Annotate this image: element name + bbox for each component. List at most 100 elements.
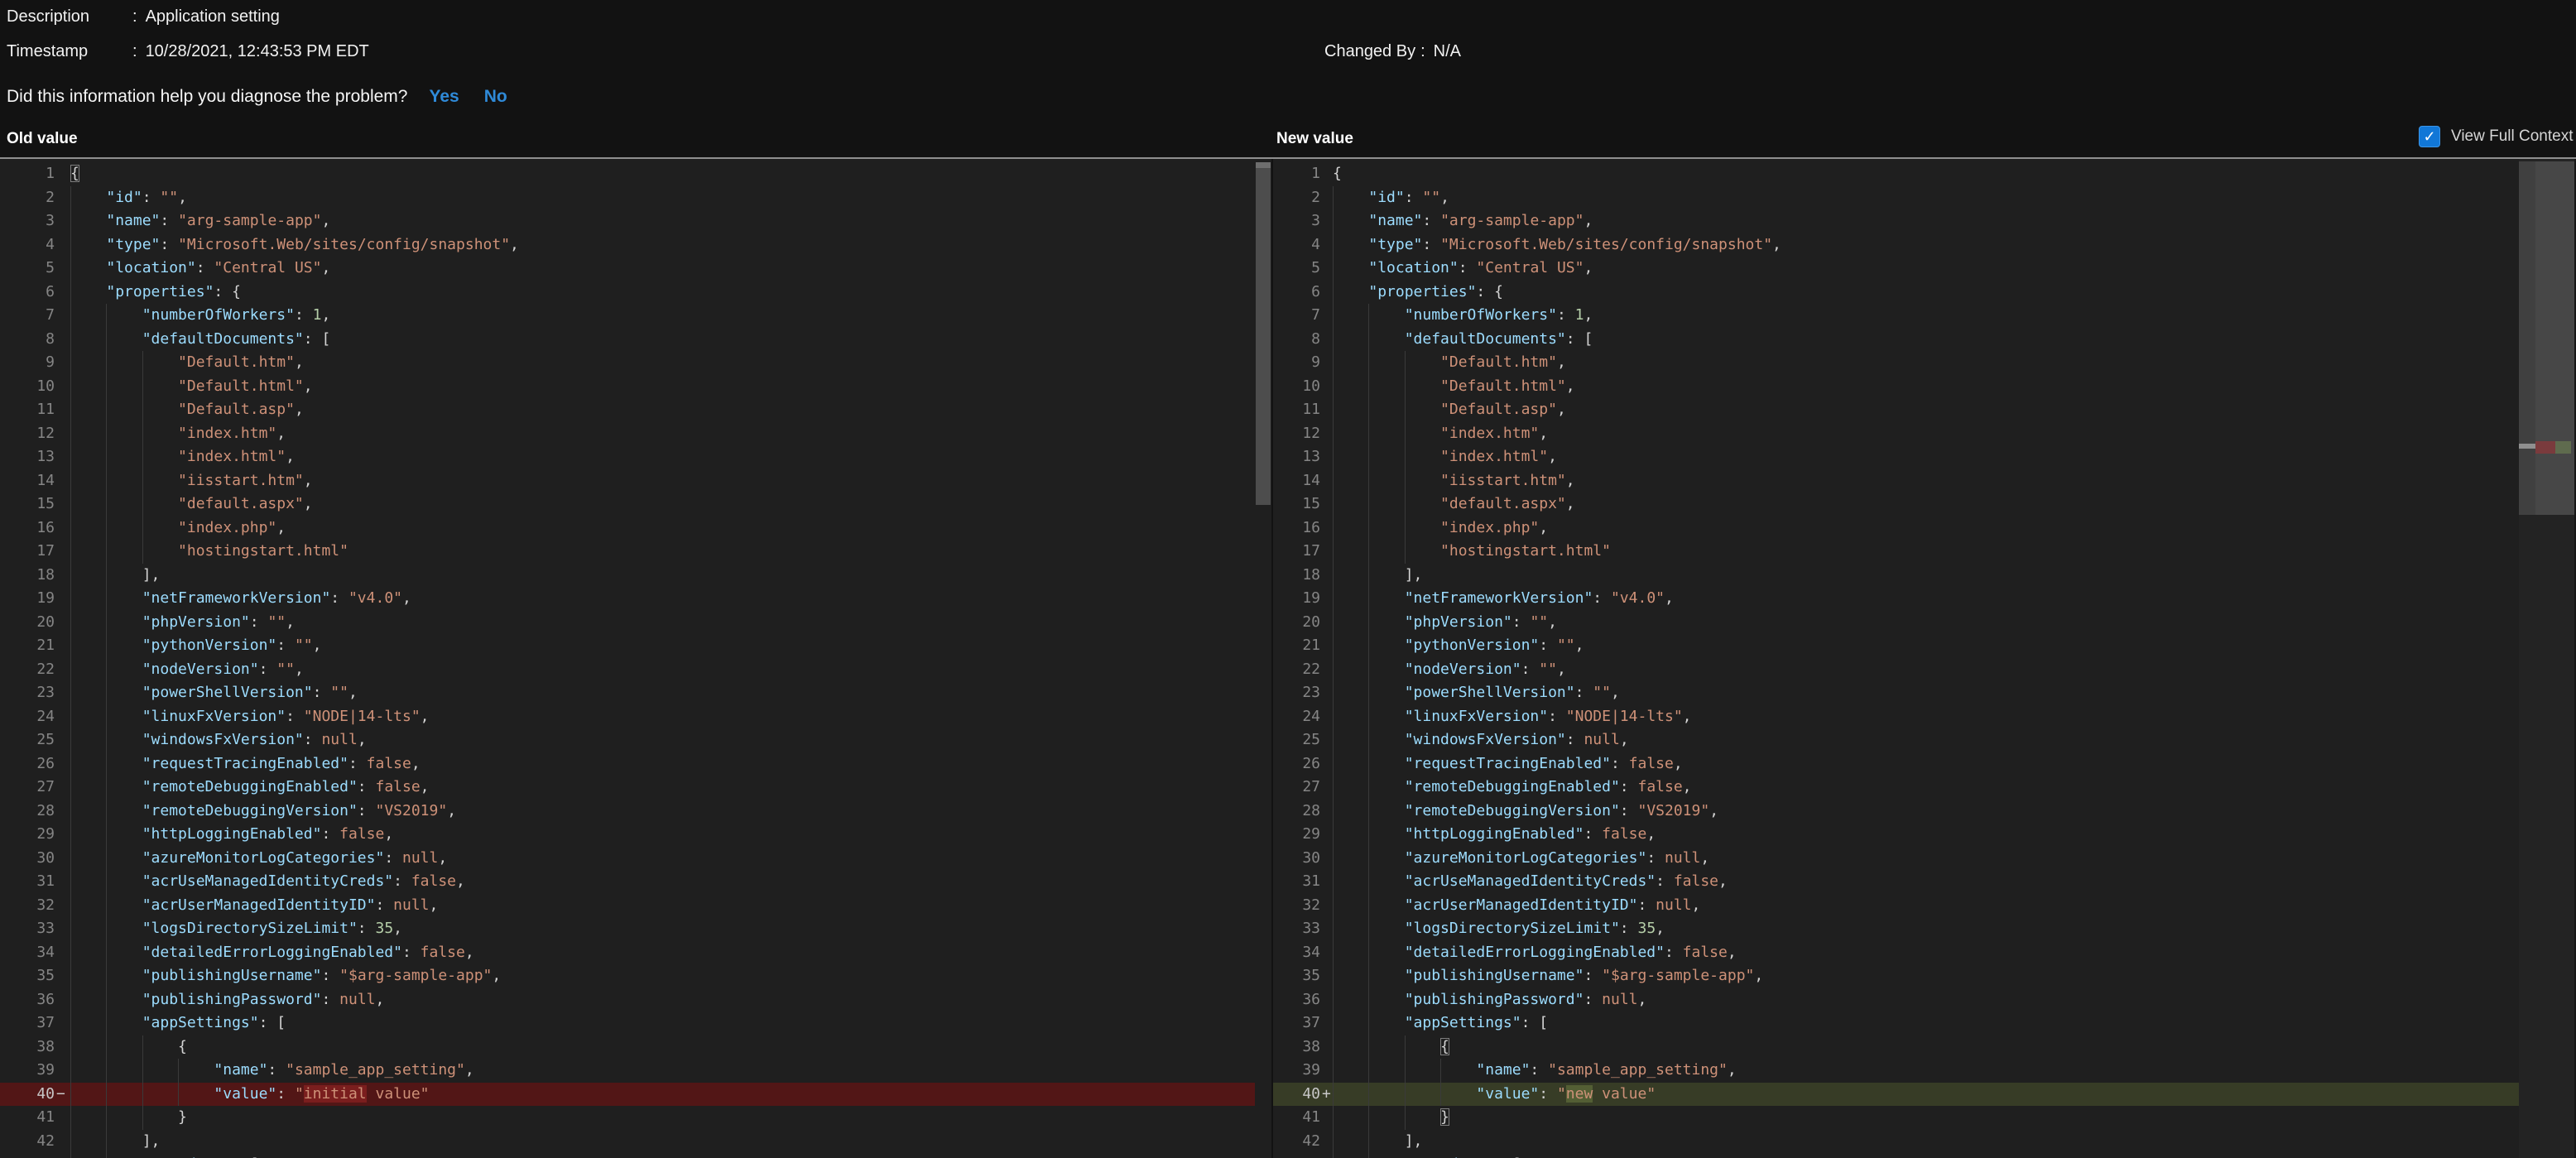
line-number: 1 [0, 162, 55, 186]
code-line: 19 "netFrameworkVersion": "v4.0", [1273, 587, 2519, 611]
code-text: "acrUserManagedIdentityID": null, [1333, 896, 1700, 914]
code-text: "index.htm", [1333, 425, 1548, 442]
code-line: 15 "default.aspx", [1273, 493, 2519, 517]
line-number: 32 [0, 894, 55, 918]
line-number: 18 [1273, 564, 1320, 588]
code-text: "name": "arg-sample-app", [1333, 212, 1593, 229]
code-text: "powerShellVersion": "", [1333, 684, 1620, 701]
code-line: 10 "Default.html", [0, 375, 1255, 399]
code-line: 29 "httpLoggingEnabled": false, [1273, 823, 2519, 847]
new-scrollbar-slider[interactable] [2519, 161, 2535, 515]
code-text: "location": "Central US", [70, 259, 330, 276]
line-number: 25 [1273, 728, 1320, 752]
line-number: 35 [1273, 964, 1320, 988]
code-line: 41 } [1273, 1106, 2519, 1130]
code-line: 38 { [0, 1035, 1255, 1059]
code-text: } [70, 1108, 187, 1126]
code-line: 35 "publishingUsername": "$arg-sample-ap… [0, 964, 1255, 988]
code-line: 23 "powerShellVersion": "", [1273, 681, 2519, 705]
code-line: 17 "hostingstart.html" [0, 540, 1255, 564]
new-code-editor[interactable]: 1{2 "id": "",3 "name": "arg-sample-app",… [1273, 162, 2519, 1158]
code-text: { [1333, 1038, 1449, 1055]
code-text: ], [1333, 566, 1422, 584]
code-line: 34 "detailedErrorLoggingEnabled": false, [0, 941, 1255, 965]
code-line: 12 "index.htm", [0, 422, 1255, 446]
code-text: "value": "new value" [1333, 1085, 1656, 1103]
code-line: 27 "remoteDebuggingEnabled": false, [0, 776, 1255, 800]
code-line: 14 "iisstart.htm", [0, 469, 1255, 493]
code-text: "appSettings": [ [70, 1014, 286, 1031]
overview-ruler[interactable] [2535, 161, 2576, 515]
line-number: 29 [0, 823, 55, 847]
code-text: "index.htm", [70, 425, 286, 442]
yes-button[interactable]: Yes [429, 87, 459, 106]
code-text: "nodeVersion": "", [1333, 661, 1566, 678]
code-line: 11 "Default.asp", [1273, 398, 2519, 422]
code-line: 9 "Default.htm", [0, 351, 1255, 375]
code-line: 1{ [1273, 162, 2519, 186]
code-line: 2 "id": "", [1273, 186, 2519, 210]
line-number: 17 [0, 540, 55, 564]
old-value-pane: 1{2 "id": "",3 "name": "arg-sample-app",… [0, 159, 1271, 1158]
line-number: 14 [1273, 469, 1320, 493]
code-text: "name": "sample_app_setting", [70, 1061, 474, 1079]
code-text: "remoteDebuggingEnabled": false, [70, 778, 430, 795]
code-line: 13 "index.html", [1273, 445, 2519, 469]
code-text: "properties": { [1333, 283, 1503, 300]
code-text: "index.html", [70, 448, 295, 465]
code-text: "publishingUsername": "$arg-sample-app", [70, 967, 501, 984]
line-number: 34 [1273, 941, 1320, 965]
description-label: Description [7, 7, 127, 26]
code-text: "name": "sample_app_setting", [1333, 1061, 1737, 1079]
old-scrollbar-slider[interactable] [1256, 162, 1271, 505]
feedback-bar: Did this information help you diagnose t… [7, 87, 507, 107]
code-line: 37 "appSettings": [ [1273, 1011, 2519, 1035]
code-text: "index.php", [1333, 519, 1548, 536]
code-text: "properties": { [70, 283, 241, 300]
code-text: "remoteDebuggingEnabled": false, [1333, 778, 1692, 795]
checkbox-box[interactable]: ✓ [2419, 126, 2440, 147]
diff-sign: + [1320, 1083, 1333, 1107]
line-number: 33 [0, 917, 55, 941]
code-text: "detailedErrorLoggingEnabled": false, [70, 944, 474, 961]
code-line: 3 "name": "arg-sample-app", [0, 209, 1255, 233]
code-line: 39 "name": "sample_app_setting", [0, 1059, 1255, 1083]
view-full-context-checkbox[interactable]: ✓ View Full Context [2419, 126, 2574, 147]
code-text: "logsDirectorySizeLimit": 35, [1333, 920, 1665, 937]
timestamp-colon: : [132, 42, 137, 61]
line-number: 11 [1273, 398, 1320, 422]
new-pane-scrollbar[interactable] [2519, 159, 2576, 1158]
code-text: "name": "arg-sample-app", [70, 212, 330, 229]
line-number: 1 [1273, 162, 1320, 186]
code-text: "nodeVersion": "", [70, 661, 304, 678]
line-number: 25 [0, 728, 55, 752]
code-line: 4 "type": "Microsoft.Web/sites/config/sn… [0, 233, 1255, 257]
code-text: "pythonVersion": "", [1333, 637, 1584, 654]
line-number: 17 [1273, 540, 1320, 564]
code-text: "Default.asp", [70, 401, 304, 418]
code-text: "logsDirectorySizeLimit": 35, [70, 920, 402, 937]
code-text: "azureMonitorLogCategories": null, [70, 849, 447, 867]
line-number: 37 [1273, 1011, 1320, 1035]
line-number: 2 [0, 186, 55, 210]
code-line: 39 "name": "sample_app_setting", [1273, 1059, 2519, 1083]
code-line: 18 ], [1273, 564, 2519, 588]
code-line: 25 "windowsFxVersion": null, [1273, 728, 2519, 752]
line-number: 42 [1273, 1130, 1320, 1154]
code-line: 13 "index.html", [0, 445, 1255, 469]
code-line: 40+ "value": "new value" [1273, 1083, 2519, 1107]
code-line: 37 "appSettings": [ [0, 1011, 1255, 1035]
no-button[interactable]: No [484, 87, 507, 106]
old-pane-scrollbar[interactable] [1255, 159, 1271, 1158]
code-text: "Default.htm", [70, 353, 304, 371]
line-number: 21 [0, 634, 55, 658]
code-text: ], [1333, 1132, 1422, 1150]
code-text: "requestTracingEnabled": false, [1333, 755, 1683, 772]
ruler-removed-marker [2535, 441, 2555, 454]
old-code-editor[interactable]: 1{2 "id": "",3 "name": "arg-sample-app",… [0, 162, 1255, 1158]
code-text: "windowsFxVersion": null, [1333, 731, 1629, 748]
line-number: 21 [1273, 634, 1320, 658]
code-text: "publishingPassword": null, [1333, 991, 1646, 1008]
description-value: Application setting [146, 7, 280, 26]
code-text: "acrUserManagedIdentityID": null, [70, 896, 438, 914]
